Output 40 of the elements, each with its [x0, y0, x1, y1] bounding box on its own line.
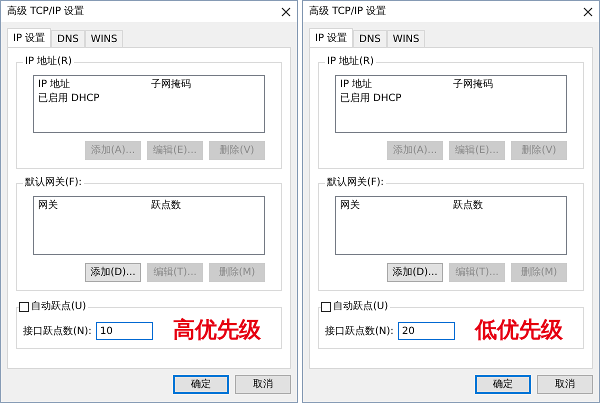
column-header[interactable]: 子网掩码 [151, 78, 264, 92]
tab[interactable]: IP 设置 [7, 28, 52, 47]
tab[interactable]: DNS [353, 30, 387, 47]
tab[interactable]: WINS [386, 30, 426, 47]
close-icon[interactable] [583, 6, 593, 16]
close-icon[interactable] [281, 6, 291, 16]
dialog-button[interactable]: 取消 [235, 375, 291, 394]
column-header[interactable]: 跃点数 [151, 199, 264, 213]
window-title: 高级 TCP/IP 设置 [309, 4, 386, 19]
tab[interactable]: IP 设置 [309, 28, 354, 47]
list-view[interactable]: IP 地址 子网掩码 已启用 DHCP [33, 75, 265, 133]
field-label: 接口跃点数(N): [325, 324, 395, 338]
dialog-button[interactable]: 添加(D)... [85, 263, 141, 282]
column-header[interactable]: IP 地址 [340, 78, 453, 92]
list-view[interactable]: 网关 跃点数 [33, 196, 265, 255]
list-view[interactable]: 网关 跃点数 [335, 196, 567, 255]
dialog-button[interactable]: 确定 [173, 375, 229, 394]
column-header[interactable]: 跃点数 [453, 199, 566, 213]
list-cell-text: 已启用 DHCP [38, 92, 100, 106]
field-label: 接口跃点数(N): [23, 324, 93, 338]
checkbox-label: 自动跃点(U) [333, 300, 388, 314]
tab[interactable]: DNS [51, 30, 85, 47]
column-header[interactable]: 子网掩码 [453, 78, 566, 92]
metric-field[interactable]: 20 [398, 322, 455, 340]
column-header[interactable]: 网关 [38, 199, 151, 213]
dialog-button[interactable]: 取消 [537, 375, 593, 394]
dialog-button[interactable]: 添加(D)... [387, 263, 443, 282]
column-header[interactable]: 网关 [340, 199, 453, 213]
window-title: 高级 TCP/IP 设置 [7, 4, 84, 19]
list-view[interactable]: IP 地址 子网掩码 已启用 DHCP [335, 75, 567, 133]
checkbox-label: 自动跃点(U) [31, 300, 86, 314]
dialog-button[interactable]: 确定 [475, 375, 531, 394]
checkbox[interactable] [19, 302, 29, 312]
column-header[interactable]: IP 地址 [38, 78, 151, 92]
annotation: 高优先级 [173, 318, 261, 344]
annotation: 低优先级 [475, 318, 563, 344]
list-cell-text: 已启用 DHCP [340, 92, 402, 106]
metric-field[interactable]: 10 [96, 322, 153, 340]
checkbox[interactable] [321, 302, 331, 312]
tab[interactable]: WINS [84, 30, 124, 47]
